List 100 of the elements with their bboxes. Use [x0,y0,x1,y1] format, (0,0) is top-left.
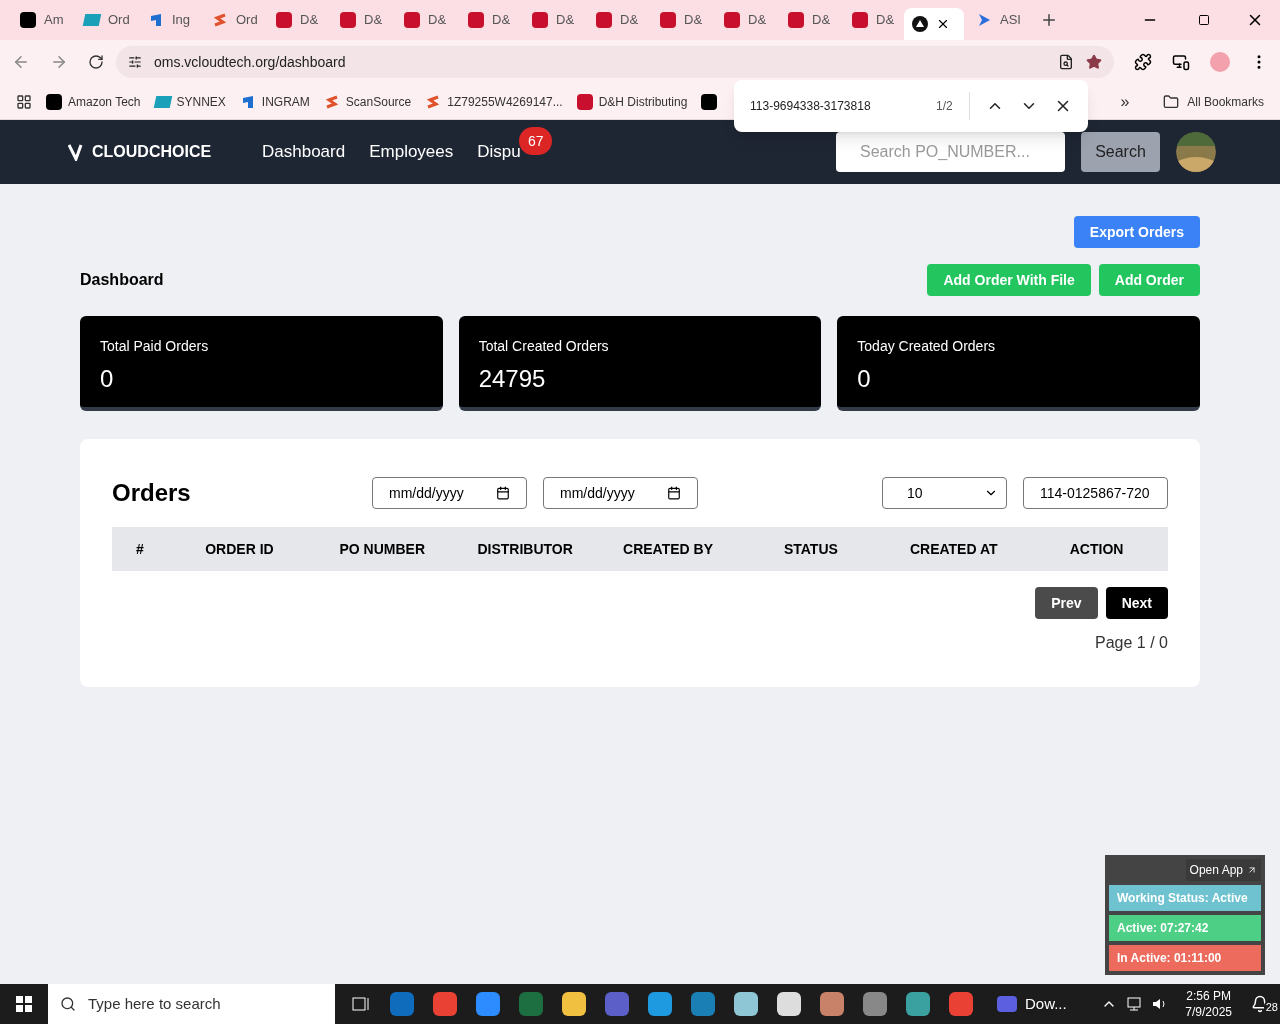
search-button[interactable]: Search [1081,132,1160,172]
network-icon[interactable] [1125,996,1144,1012]
bookmark-item[interactable]: ScanSource [323,92,412,111]
logo-icon [425,93,442,110]
column-header: STATUS [783,539,838,559]
nav-link[interactable]: Dispu [477,139,521,165]
folder-icon [1163,93,1180,110]
maximize-icon[interactable] [1198,14,1210,26]
browser-tab[interactable]: D& [392,4,456,36]
logo-icon [153,95,172,108]
browser-tab[interactable]: ASI [964,4,1028,36]
match-count: 1/2 [936,98,953,115]
address-bar[interactable]: oms.vcloudtech.org/dashboard [116,46,1114,78]
column-header: # [136,539,144,559]
app-icon[interactable] [820,992,844,1016]
bookmarks-overflow[interactable]: » [1120,89,1130,114]
bookmark-item[interactable]: INGRAM [239,92,310,111]
taskbar-search-field[interactable]: Type here to search [48,984,335,1024]
nav-link[interactable]: Dashboard [262,139,346,165]
logo-icon [323,93,340,110]
forward-icon[interactable] [50,53,68,71]
next-button[interactable]: Next [1105,587,1168,619]
browser-tab[interactable]: D& [328,4,392,36]
new-tab-icon[interactable] [1040,11,1058,29]
open-app-button[interactable]: Open App [1185,859,1261,881]
logo-icon [404,12,420,28]
browser-tab[interactable] [904,8,964,40]
logo-icon [82,14,102,26]
logo-icon [660,12,676,28]
logo-icon [576,93,593,110]
bookmark-item[interactable]: D&H Distributing [576,92,688,111]
column-header: ACTION [1069,539,1124,559]
apps-icon[interactable] [16,93,32,110]
stat-label: Total Paid Orders [100,337,210,356]
date-field[interactable]: mm/dd/yyyy [543,477,698,509]
close-tab-icon[interactable] [936,17,950,31]
browser-tab[interactable]: D& [648,4,712,36]
search-field[interactable]: Search PO_NUMBER... [836,132,1065,172]
logo-icon [148,12,164,28]
back-icon[interactable] [12,53,30,71]
extensions-icon[interactable] [1134,53,1152,71]
logo-icon [532,12,548,28]
app-icon[interactable] [691,992,715,1016]
order-search-field[interactable]: 114-0125867-720 [1023,477,1168,509]
tab-search-icon[interactable] [1172,53,1190,71]
logo-icon [468,12,484,28]
search-icon [60,996,76,1012]
date-field[interactable]: mm/dd/yyyy [372,477,527,509]
browser-tab[interactable]: D& [264,4,328,36]
browser-tab[interactable]: Ord [72,4,136,36]
browser-tab[interactable]: Am [8,4,72,36]
stat-value: 0 [857,364,872,394]
all-bookmarks[interactable]: All Bookmarks [1163,92,1264,111]
stat-label: Total Created Orders [478,337,610,356]
bookmark-item[interactable]: 1Z79255W4269147... [425,92,563,111]
logo-icon [724,12,740,28]
export-orders-button[interactable]: Export Orders [1073,216,1200,248]
clock[interactable]: 2:56 PM 7/9/2025 [1177,988,1240,1020]
browser-tab[interactable]: D& [520,4,584,36]
logo-text: CLOUDCHOICE [92,142,212,162]
logo-icon [852,12,868,28]
logo-icon [276,12,292,28]
url-text: oms.vcloudtech.org/dashboard [154,52,346,72]
page-info: Page 1 / 0 [1095,633,1168,653]
bookmark-star-icon[interactable] [1086,54,1102,70]
bookmark-item[interactable]: SYNNEX [154,92,226,111]
find-query[interactable]: 113-9694338-3173818 [750,97,920,115]
page-size-select[interactable]: 10 [882,477,1007,509]
task-view-icon[interactable] [351,995,371,1013]
prev-button[interactable]: Prev [1035,587,1098,619]
status-row: In Active: 01:11:00 [1109,945,1261,971]
reload-icon[interactable] [88,54,104,70]
app-icon[interactable] [906,992,930,1016]
column-header: PO NUMBER [339,539,426,559]
page-title: Dashboard [80,270,164,290]
arrow-icon [976,12,992,28]
browser-tab[interactable]: D& [712,4,776,36]
column-header: CREATED AT [909,539,998,559]
stat-value: 0 [100,364,115,394]
external-link-icon [1247,865,1257,875]
browser-tab[interactable]: D& [840,4,904,36]
calendar-icon[interactable] [667,486,681,500]
site-settings-icon[interactable] [128,55,142,69]
column-header: ORDER ID [205,539,274,559]
app-icon[interactable] [863,992,887,1016]
browser-tab[interactable]: D& [584,4,648,36]
logo-icon [212,12,228,28]
nav-link[interactable]: Employees [369,139,454,165]
browser-tab[interactable]: Ing [136,4,200,36]
logo-icon [340,12,356,28]
taskbar-app-button[interactable]: Dow... [989,992,1075,1016]
count-badge: 67 [519,127,553,156]
find-icon[interactable] [1058,54,1074,70]
calendar-icon[interactable] [496,486,510,500]
browser-tab[interactable]: D& [456,4,520,36]
bookmark-item[interactable]: Amazon Tech [46,92,141,111]
column-header: DISTRIBUTOR [477,539,573,559]
browser-tab[interactable]: D& [776,4,840,36]
browser-tab[interactable]: Ord [200,4,264,36]
orders-title: Orders [112,478,192,508]
